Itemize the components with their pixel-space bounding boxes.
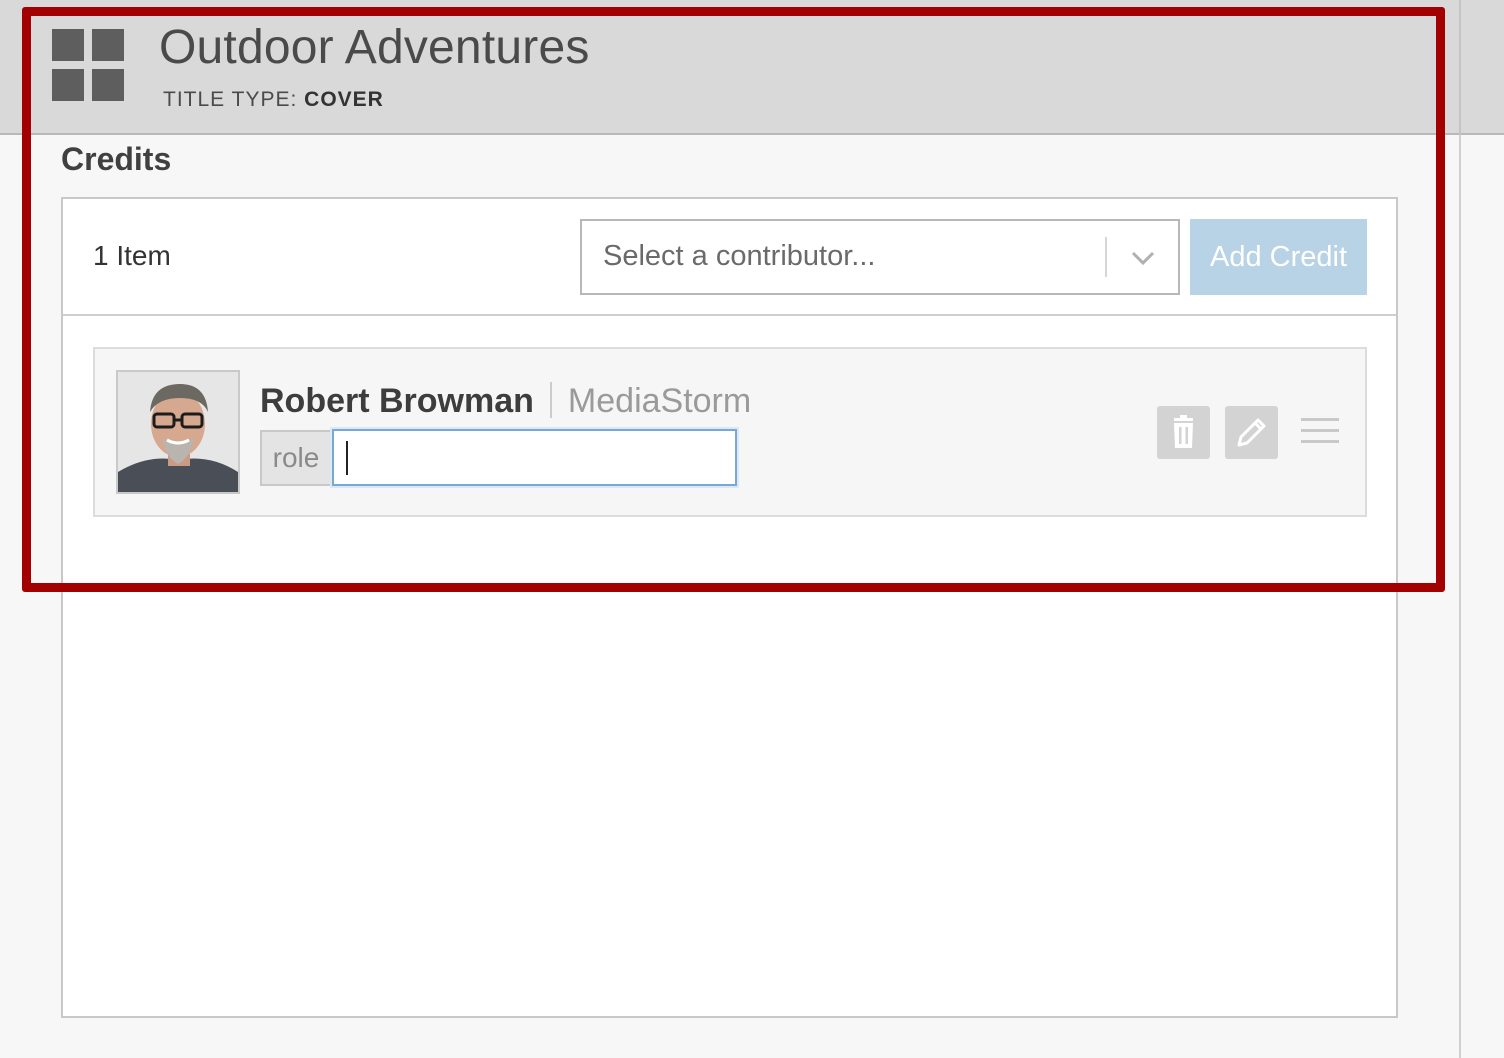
- avatar-portrait-image: [118, 372, 238, 492]
- title-type-value: COVER: [304, 88, 384, 111]
- contributor-organization: MediaStorm: [567, 382, 752, 420]
- credit-name-row: Robert Browman MediaStorm: [260, 382, 751, 421]
- credits-panel: 1 Item Select a contributor... Add Credi…: [61, 197, 1398, 1018]
- add-credit-button[interactable]: Add Credit: [1190, 219, 1367, 295]
- select-divider: [1105, 237, 1107, 277]
- trash-icon: [1174, 415, 1193, 448]
- chevron-down-icon[interactable]: [1130, 245, 1156, 271]
- title-type: TITLE TYPE: COVER: [163, 88, 384, 112]
- header-rail-divider: [1459, 0, 1461, 135]
- contributor-select[interactable]: Select a contributor...: [580, 219, 1180, 295]
- contributor-select-placeholder: Select a contributor...: [603, 240, 876, 272]
- avatar: [116, 370, 240, 494]
- grid-icon: [52, 29, 124, 101]
- delete-credit-button[interactable]: [1157, 406, 1210, 459]
- name-separator: [549, 382, 552, 418]
- role-label: role: [260, 430, 332, 486]
- role-input[interactable]: [332, 429, 737, 486]
- page: Outdoor Adventures TITLE TYPE: COVER Cre…: [0, 0, 1504, 1058]
- title-header: Outdoor Adventures TITLE TYPE: COVER: [0, 0, 1504, 135]
- page-title: Outdoor Adventures: [159, 21, 590, 74]
- text-cursor: [346, 441, 348, 475]
- item-count: 1 Item: [93, 240, 171, 271]
- edit-credit-button[interactable]: [1225, 406, 1278, 459]
- title-type-label: TITLE TYPE:: [163, 88, 298, 111]
- pencil-icon: [1237, 418, 1266, 447]
- drag-handle-icon[interactable]: [1301, 418, 1339, 448]
- credits-heading: Credits: [61, 141, 172, 177]
- contributor-name: Robert Browman: [260, 382, 534, 420]
- credit-item: Robert Browman MediaStorm role: [93, 347, 1367, 517]
- credits-toolbar: 1 Item Select a contributor... Add Credi…: [63, 199, 1396, 316]
- right-rail: [1459, 0, 1504, 1058]
